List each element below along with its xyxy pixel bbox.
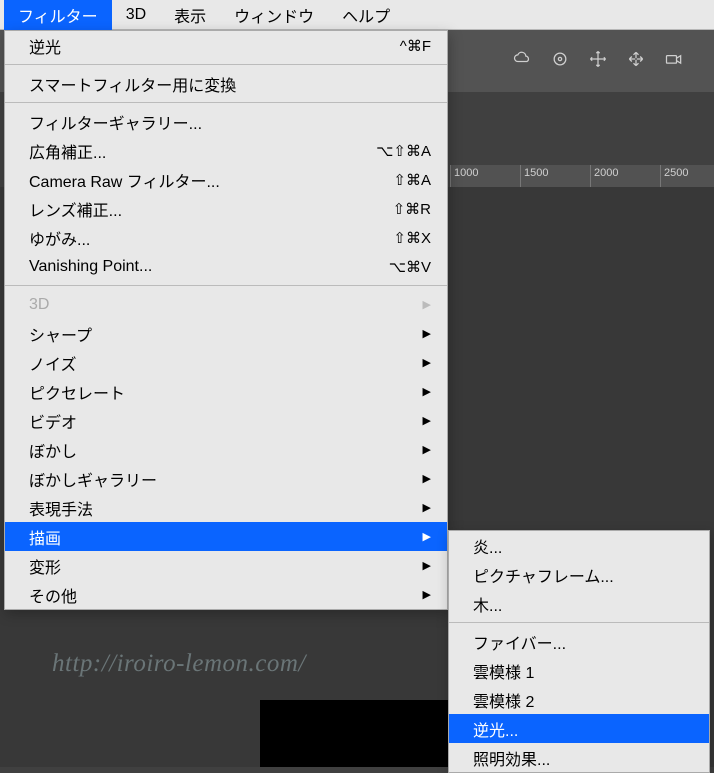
menu-item-label: 木... <box>473 592 502 616</box>
submenu-arrow-icon: ▶ <box>423 356 431 369</box>
render-submenu-item[interactable]: 雲模様 1 <box>449 656 709 685</box>
filter-menu-item[interactable]: レンズ補正... ⇧⌘R <box>5 194 447 223</box>
menu-item-label: 雲模様 1 <box>473 659 534 683</box>
filter-menu-item[interactable]: フィルターギャラリー... <box>5 107 447 136</box>
menu-item-label: 広角補正... <box>29 139 106 163</box>
submenu-arrow-icon: ▶ <box>423 559 431 572</box>
filter-menu-item[interactable]: ぼかし ▶ <box>5 435 447 464</box>
submenu-arrow-icon: ▶ <box>423 327 431 340</box>
render-submenu-item[interactable]: 木... <box>449 589 709 618</box>
menubar: フィルター 3D 表示 ウィンドウ ヘルプ <box>0 0 714 30</box>
menu-item-label: ノイズ <box>29 351 77 375</box>
menu-item-label: ピクチャフレーム... <box>473 563 614 587</box>
menu-item-label: Vanishing Point... <box>29 258 152 276</box>
filter-menu-item[interactable]: ゆがみ... ⇧⌘X <box>5 223 447 252</box>
submenu-arrow-icon: ▶ <box>423 530 431 543</box>
render-submenu-item[interactable]: 炎... <box>449 531 709 560</box>
render-submenu-item[interactable]: 照明効果... <box>449 743 709 772</box>
menu-item-label: 照明効果... <box>473 746 550 770</box>
menu-item-label: 逆光... <box>473 717 518 741</box>
pan-icon[interactable] <box>626 49 646 74</box>
menu-item-label: ファイバー... <box>473 630 566 654</box>
render-submenu-item[interactable]: 雲模様 2 <box>449 685 709 714</box>
menu-divider <box>5 64 447 65</box>
render-submenu-item[interactable]: ピクチャフレーム... <box>449 560 709 589</box>
menu-item-label: レンズ補正... <box>29 197 122 221</box>
menu-item-label: Camera Raw フィルター... <box>29 168 220 192</box>
filter-menu-item[interactable]: Camera Raw フィルター... ⇧⌘A <box>5 165 447 194</box>
cloud-icon[interactable] <box>512 49 532 74</box>
menubar-help[interactable]: ヘルプ <box>328 0 404 30</box>
filter-menu-item: 3D ▶ <box>5 290 447 319</box>
filter-menu: 逆光 ^⌘F スマートフィルター用に変換フィルターギャラリー... 広角補正... ⌥⇧… <box>4 30 448 610</box>
menubar-3d[interactable]: 3D <box>112 0 160 30</box>
submenu-arrow-icon: ▶ <box>423 298 431 311</box>
submenu-arrow-icon: ▶ <box>423 588 431 601</box>
submenu-arrow-icon: ▶ <box>423 501 431 514</box>
menu-item-label: 変形 <box>29 554 61 578</box>
filter-menu-item[interactable]: 描画 ▶ <box>5 522 447 551</box>
render-submenu-item[interactable]: ファイバー... <box>449 627 709 656</box>
menu-divider <box>5 102 447 103</box>
menubar-window[interactable]: ウィンドウ <box>220 0 328 30</box>
filter-menu-item[interactable]: ノイズ ▶ <box>5 348 447 377</box>
menu-item-label: フィルターギャラリー... <box>29 110 202 134</box>
filter-menu-item[interactable]: ピクセレート ▶ <box>5 377 447 406</box>
menu-item-label: 雲模様 2 <box>473 688 534 712</box>
filter-menu-item[interactable]: 広角補正... ⌥⇧⌘A <box>5 136 447 165</box>
menu-divider <box>449 622 709 623</box>
menu-shortcut: ⌥⇧⌘A <box>376 142 431 160</box>
menu-item-label: スマートフィルター用に変換 <box>29 72 236 96</box>
menubar-view[interactable]: 表示 <box>160 0 220 30</box>
move-icon[interactable] <box>588 49 608 74</box>
menu-item-label: ぼかし <box>29 438 77 462</box>
menu-divider <box>5 285 447 286</box>
camera-icon[interactable] <box>664 49 684 74</box>
filter-menu-item[interactable]: スマートフィルター用に変換 <box>5 69 447 98</box>
render-submenu: 炎... ピクチャフレーム... 木... ファイバー... 雲模様 1 雲模様 2 逆光.… <box>448 530 710 773</box>
menu-item-label: ビデオ <box>29 409 77 433</box>
menu-shortcut: ⇧⌘X <box>393 229 431 247</box>
menubar-filter[interactable]: フィルター <box>4 0 112 30</box>
filter-menu-item[interactable]: シャープ ▶ <box>5 319 447 348</box>
filter-menu-item[interactable]: その他 ▶ <box>5 580 447 609</box>
filter-menu-item[interactable]: ビデオ ▶ <box>5 406 447 435</box>
render-submenu-item[interactable]: 逆光... <box>449 714 709 743</box>
menu-item-label: 描画 <box>29 525 61 549</box>
submenu-arrow-icon: ▶ <box>423 414 431 427</box>
menu-item-label: 3D <box>29 296 49 314</box>
menu-shortcut: ⇧⌘A <box>393 171 431 189</box>
menu-item-label: 炎... <box>473 534 502 558</box>
filter-menu-item[interactable]: 逆光 ^⌘F <box>5 31 447 60</box>
target-icon[interactable] <box>550 49 570 74</box>
menu-shortcut: ⌥⌘V <box>389 258 431 276</box>
filter-menu-item[interactable]: 変形 ▶ <box>5 551 447 580</box>
menu-item-label: 逆光 <box>29 34 61 58</box>
menu-item-label: 表現手法 <box>29 496 93 520</box>
canvas-content <box>260 700 460 767</box>
menu-item-label: ゆがみ... <box>29 226 90 250</box>
menu-item-label: ぼかしギャラリー <box>29 467 157 491</box>
menu-item-label: ピクセレート <box>29 380 125 404</box>
menu-shortcut: ⇧⌘R <box>393 200 431 218</box>
watermark: http://iroiro-lemon.com/ <box>52 650 306 678</box>
filter-menu-item[interactable]: Vanishing Point... ⌥⌘V <box>5 252 447 281</box>
filter-menu-item[interactable]: ぼかしギャラリー ▶ <box>5 464 447 493</box>
submenu-arrow-icon: ▶ <box>423 472 431 485</box>
submenu-arrow-icon: ▶ <box>423 385 431 398</box>
menu-item-label: その他 <box>29 583 77 607</box>
menu-shortcut: ^⌘F <box>400 37 431 55</box>
horizontal-ruler: 1000 1500 2000 2500 30 <box>450 165 714 187</box>
filter-menu-item[interactable]: 表現手法 ▶ <box>5 493 447 522</box>
menu-item-label: シャープ <box>29 322 92 346</box>
submenu-arrow-icon: ▶ <box>423 443 431 456</box>
